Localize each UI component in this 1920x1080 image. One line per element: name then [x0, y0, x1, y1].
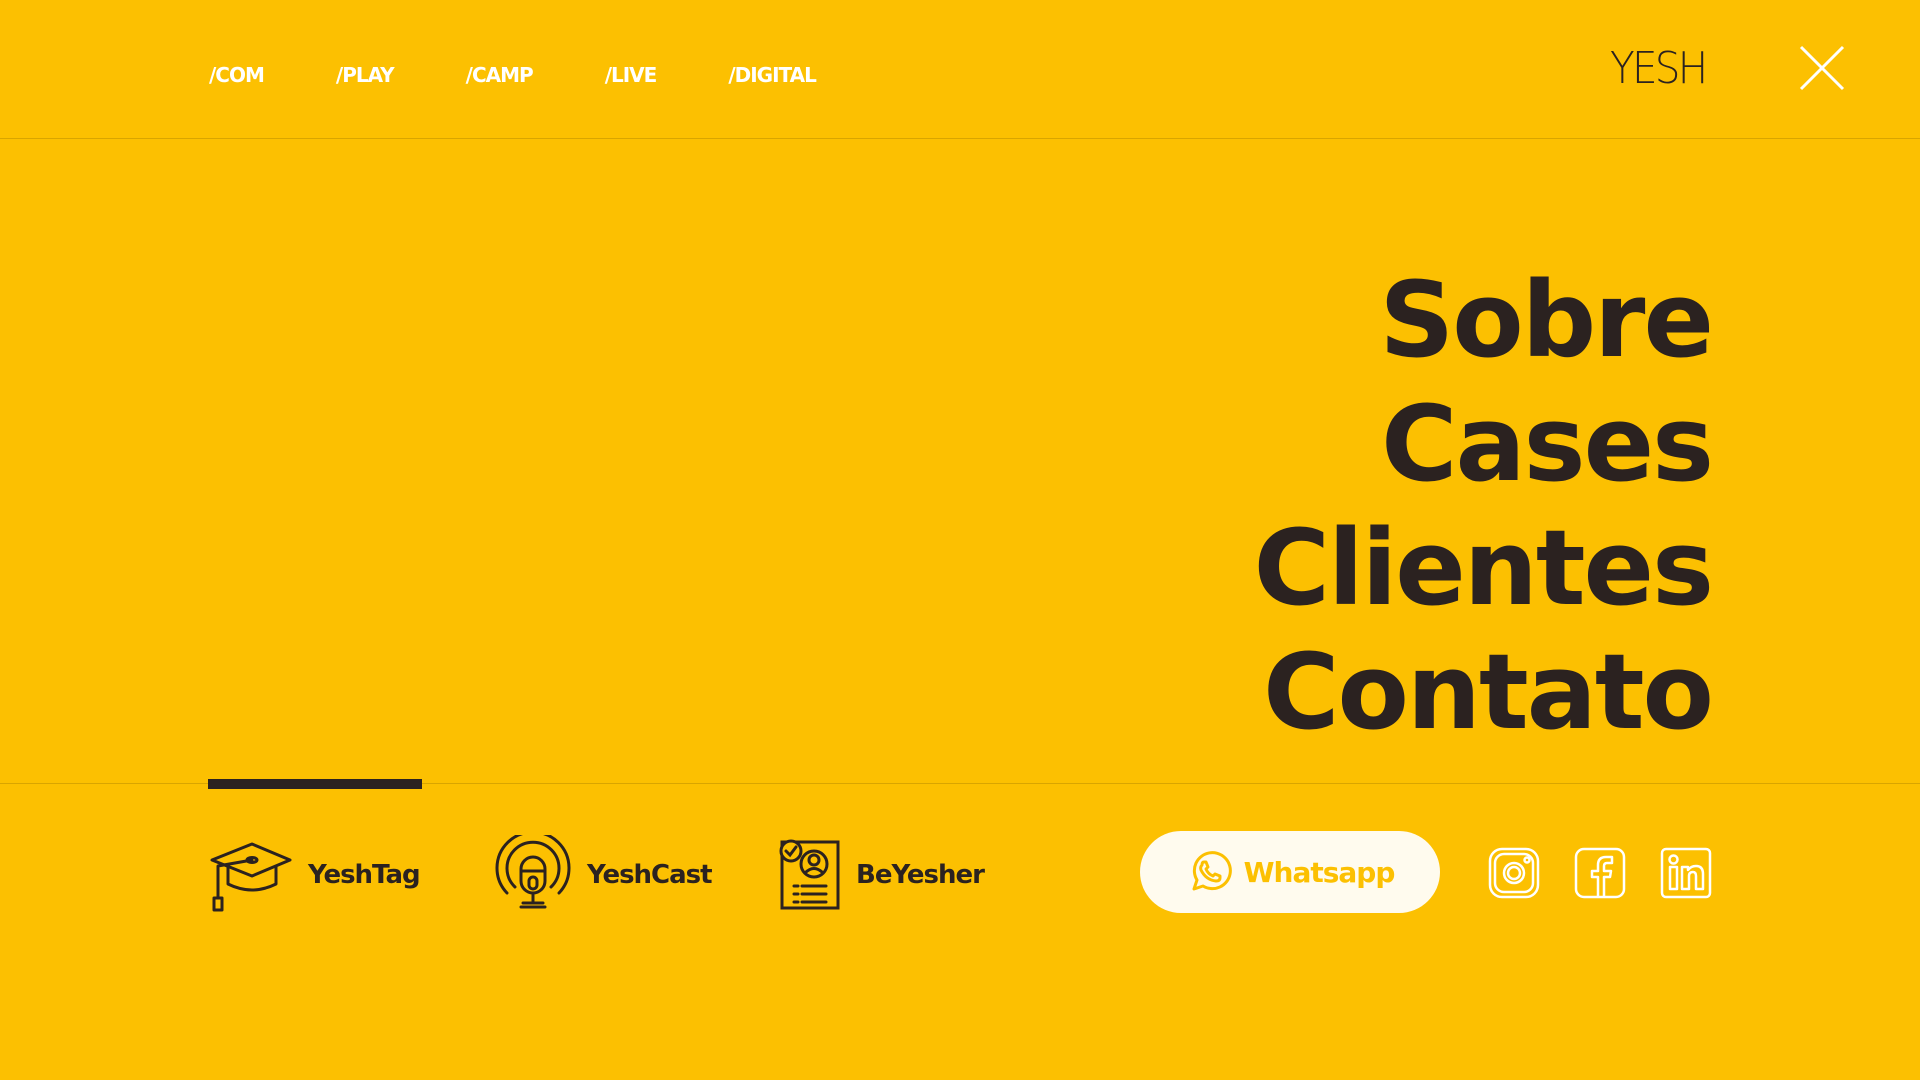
podcast-microphone-icon	[495, 835, 571, 909]
product-link-yeshtag[interactable]: YeshTag	[208, 835, 421, 915]
whatsapp-label: Whatsapp	[1243, 855, 1396, 889]
menu-item-contato[interactable]: Contato	[1254, 630, 1714, 754]
menu-item-cases[interactable]: Cases	[1254, 382, 1714, 506]
nav-link-play[interactable]: /PLAY	[336, 60, 395, 90]
whatsapp-button[interactable]: Whatsapp	[1140, 831, 1440, 913]
nav-link-live[interactable]: /LIVE	[605, 60, 658, 90]
nav-link-digital[interactable]: /DIGITAL	[728, 60, 817, 90]
linkedin-icon	[1660, 847, 1712, 899]
profile-document-icon	[779, 839, 840, 910]
instagram-link[interactable]	[1488, 847, 1540, 899]
product-label-yeshtag: YeshTag	[308, 860, 421, 890]
close-icon	[1799, 45, 1845, 91]
nav-link-camp[interactable]: /CAMP	[466, 60, 534, 90]
menu-item-clientes[interactable]: Clientes	[1254, 506, 1714, 630]
yesh-logo[interactable]: YESH	[1610, 44, 1708, 94]
product-label-beyesher: BeYesher	[856, 860, 985, 890]
facebook-link[interactable]	[1574, 847, 1626, 899]
product-label-yeshcast: YeshCast	[587, 860, 713, 890]
active-indicator-bar	[208, 779, 422, 789]
facebook-icon	[1574, 847, 1626, 899]
linkedin-link[interactable]	[1660, 847, 1712, 899]
instagram-icon	[1488, 847, 1540, 899]
top-nav: /COM /PLAY /CAMP /LIVE /DIGITAL	[209, 60, 888, 90]
divider-top	[0, 138, 1920, 139]
product-link-beyesher[interactable]: BeYesher	[778, 835, 985, 915]
nav-link-com[interactable]: /COM	[209, 60, 265, 90]
close-menu-button[interactable]	[1798, 44, 1846, 92]
menu-item-sobre[interactable]: Sobre	[1254, 258, 1714, 382]
whatsapp-icon	[1192, 851, 1232, 891]
main-menu: Sobre Cases Clientes Contato	[1254, 258, 1714, 754]
product-link-yeshcast[interactable]: YeshCast	[493, 835, 713, 915]
graduation-cap-icon	[210, 842, 292, 912]
